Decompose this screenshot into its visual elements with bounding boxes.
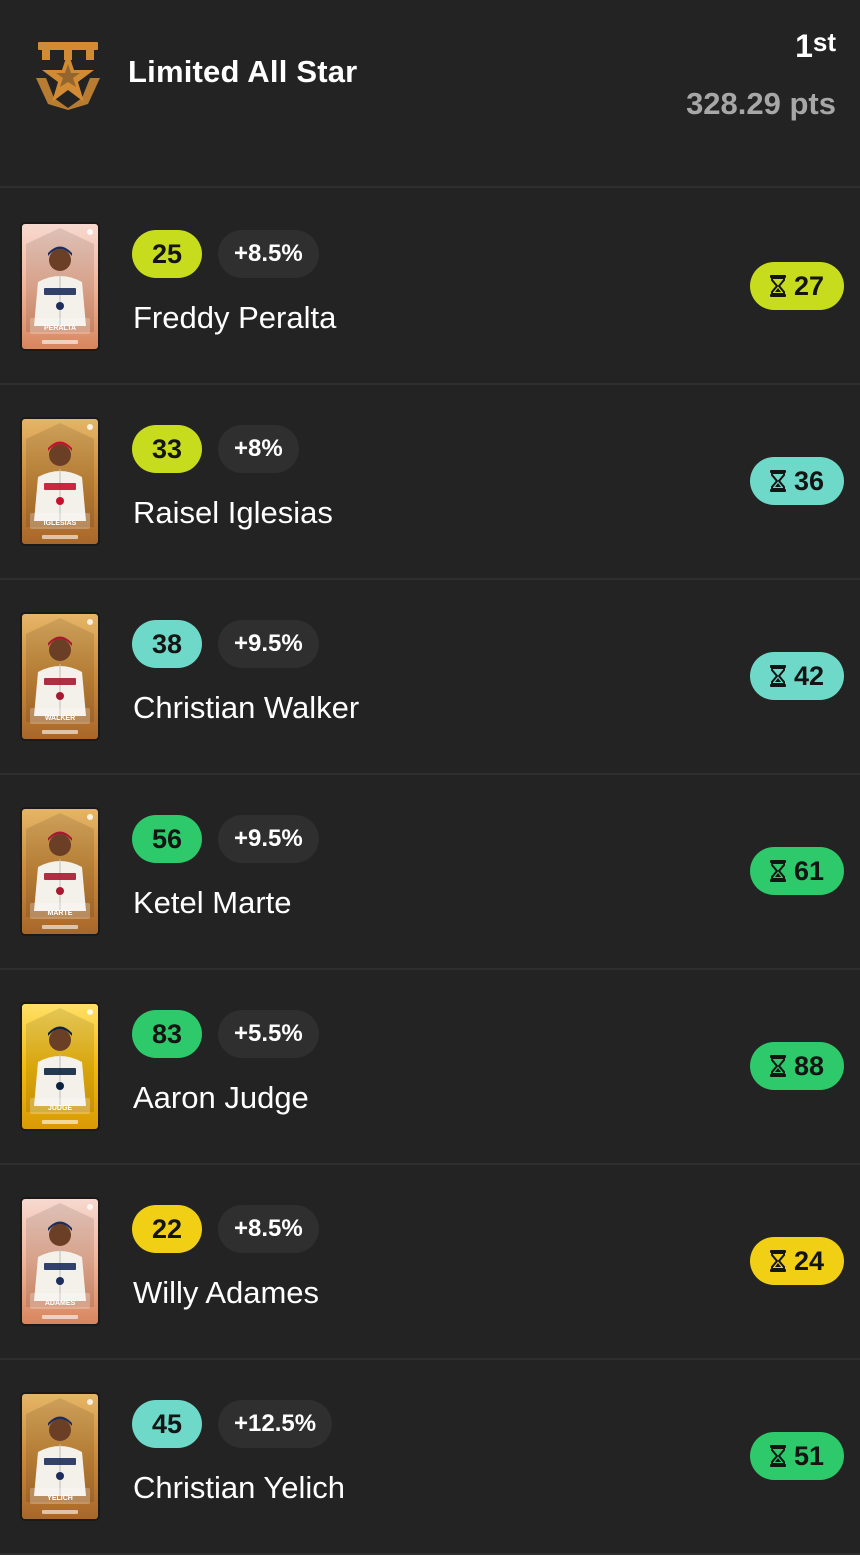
hourglass-icon [769,1055,786,1077]
rank-number: 1 [795,28,813,64]
rank-suffix: st [812,27,836,57]
total-score-badge: 27 [750,262,844,310]
bonus-pill: +9.5% [218,815,319,863]
hourglass-icon [769,1250,786,1272]
total-score-badge: 36 [750,457,844,505]
svg-text:IGLESIAS: IGLESIAS [44,520,77,527]
player-row[interactable]: PERALTA 25 +8.5% Freddy Peralta 27 [0,190,860,385]
player-row[interactable]: YELICH 45 +12.5% Christian Yelich 51 [0,1360,860,1555]
bonus-pill: +8.5% [218,230,319,278]
total-score-value: 42 [793,660,825,691]
player-name: Willy Adames [133,1275,320,1310]
bonus-pill: +9.5% [218,620,319,668]
bonus-pill: +5.5% [218,1010,319,1058]
total-score-badge: 42 [750,652,844,700]
svg-text:PERALTA: PERALTA [44,325,76,332]
bonus-pill: +12.5% [218,1400,333,1448]
player-card-image[interactable]: JUDGE [20,1002,100,1131]
score-badge: 22 [132,1205,202,1253]
player-row[interactable]: ADAMES 22 +8.5% Willy Adames 24 [0,1165,860,1360]
score-badge: 38 [132,620,202,668]
league-title: Limited All Star [128,54,358,89]
hourglass-icon [769,665,786,687]
total-score-badge: 24 [750,1237,844,1285]
total-score-value: 88 [793,1050,825,1081]
total-score-value: 27 [793,270,825,301]
score-badge: 56 [132,815,202,863]
total-score-value: 51 [793,1440,825,1471]
score-badge: 45 [132,1400,202,1448]
hourglass-icon [769,470,786,492]
league-star-logo-icon [32,38,104,110]
hourglass-icon [769,1445,786,1467]
score-badge: 83 [132,1010,202,1058]
total-score-value: 36 [793,465,825,496]
player-card-image[interactable]: PERALTA [20,222,100,351]
total-score-badge: 88 [750,1042,844,1090]
player-row[interactable]: JUDGE 83 +5.5% Aaron Judge 88 [0,970,860,1165]
total-score-badge: 61 [750,847,844,895]
player-name: Christian Yelich [133,1470,345,1505]
player-card-image[interactable]: MARTE [20,807,100,936]
svg-text:JUDGE: JUDGE [48,1105,72,1112]
player-row[interactable]: MARTE 56 +9.5% Ketel Marte 61 [0,775,860,970]
total-score-badge: 51 [750,1432,844,1480]
total-points: 328.29 pts [686,86,836,121]
svg-text:MARTE: MARTE [48,910,73,917]
score-badge: 33 [132,425,202,473]
total-score-value: 24 [793,1245,825,1276]
player-card-image[interactable]: ADAMES [20,1197,100,1326]
hourglass-icon [769,860,786,882]
hourglass-icon [769,275,786,297]
player-name: Christian Walker [133,690,360,725]
player-row[interactable]: IGLESIAS 33 +8% Raisel Iglesias 36 [0,385,860,580]
player-card-image[interactable]: WALKER [20,612,100,741]
svg-text:WALKER: WALKER [45,715,75,722]
bonus-pill: +8.5% [218,1205,319,1253]
bonus-pill: +8% [218,425,299,473]
svg-text:YELICH: YELICH [47,1495,73,1502]
total-score-value: 61 [793,855,825,886]
rank-display: 1st [795,27,836,65]
player-name: Ketel Marte [133,885,292,920]
player-card-image[interactable]: IGLESIAS [20,417,100,546]
player-card-image[interactable]: YELICH [20,1392,100,1521]
player-name: Raisel Iglesias [133,495,333,530]
player-list: PERALTA 25 +8.5% Freddy Peralta 27 IGLES… [0,190,860,1555]
svg-text:ADAMES: ADAMES [45,1300,76,1307]
league-header: Limited All Star 1st 328.29 pts [0,0,860,188]
score-badge: 25 [132,230,202,278]
player-name: Aaron Judge [133,1080,309,1115]
player-row[interactable]: WALKER 38 +9.5% Christian Walker 42 [0,580,860,775]
player-name: Freddy Peralta [133,300,337,335]
